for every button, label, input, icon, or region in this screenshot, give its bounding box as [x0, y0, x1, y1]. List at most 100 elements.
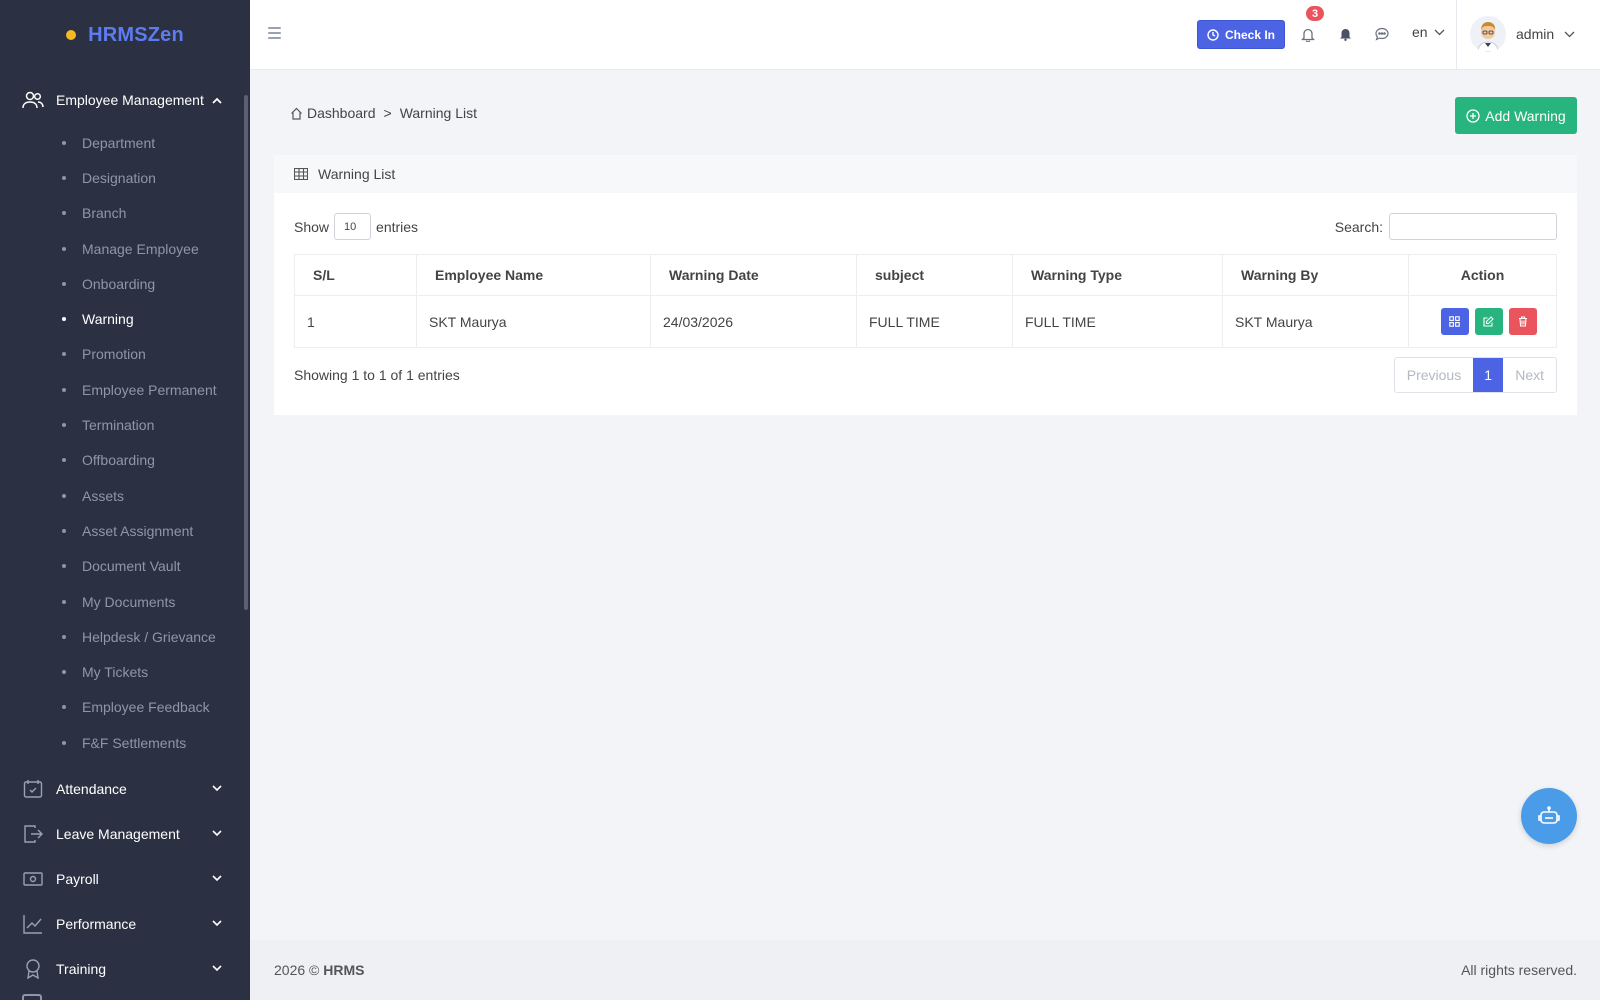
add-warning-button[interactable]: Add Warning — [1455, 97, 1577, 134]
column-header-warning-type[interactable]: Warning Type — [1012, 254, 1223, 296]
column-header-employee-name[interactable]: Employee Name — [416, 254, 651, 296]
sidebar-group-label: Training — [56, 960, 107, 977]
sidebar-item-offboarding[interactable]: Offboarding — [0, 443, 250, 478]
sidebar-group-leave-management[interactable]: Leave Management — [0, 811, 250, 856]
cell-employee-name: SKT Maurya — [416, 295, 651, 348]
column-header-warning-date[interactable]: Warning Date — [650, 254, 857, 296]
breadcrumb-home-label: Dashboard — [307, 105, 376, 121]
entries-select[interactable]: 10 — [334, 213, 372, 240]
sidebar-scrollbar[interactable] — [244, 95, 248, 610]
bullet-icon — [62, 352, 66, 357]
chevron-down-icon — [212, 874, 222, 884]
copyright: 2026 © HRMS — [274, 962, 364, 978]
cell-warning-date: 24/03/2026 — [650, 295, 857, 348]
sidebar-item-label: Assets — [82, 487, 125, 504]
sidebar-collapsed-groups: Attendance Leave Management Payroll Perf… — [0, 766, 250, 991]
chatbot-button[interactable] — [1521, 788, 1577, 844]
pagination: Previous 1 Next — [1393, 357, 1557, 393]
sidebar-item-label: Manage Employee — [82, 240, 199, 257]
sidebar-group-training[interactable]: Training — [0, 946, 250, 991]
sidebar-item-designation[interactable]: Designation — [0, 160, 250, 195]
money-icon — [22, 869, 44, 889]
sidebar-item-termination[interactable]: Termination — [0, 407, 250, 442]
sidebar-item-employee-feedback[interactable]: Employee Feedback — [0, 690, 250, 725]
pagination-next-button[interactable]: Next — [1503, 358, 1556, 392]
page-footer: 2026 © HRMS All rights reserved. — [250, 940, 1600, 1000]
brand-dot-icon — [66, 30, 77, 40]
home-icon — [291, 107, 302, 120]
bullet-icon — [62, 528, 66, 533]
table-header-row: S/L Employee Name Warning Date subject W… — [294, 254, 1557, 296]
sidebar-group-attendance[interactable]: Attendance — [0, 766, 250, 811]
sidebar-item-label: Onboarding — [82, 275, 156, 292]
sidebar-item-department[interactable]: Department — [0, 125, 250, 160]
bullet-icon — [62, 634, 66, 639]
user-menu[interactable]: admin — [1470, 16, 1575, 52]
sidebar-group-label: Payroll — [56, 870, 99, 887]
search-control: Search: — [1335, 213, 1557, 240]
sidebar-group-performance[interactable]: Performance — [0, 901, 250, 946]
check-in-button[interactable]: Check In — [1197, 20, 1286, 49]
menu-toggle-icon[interactable] — [268, 27, 281, 39]
column-header-subject[interactable]: subject — [856, 254, 1013, 296]
bullet-icon — [62, 175, 66, 180]
cell-subject: FULL TIME — [856, 295, 1013, 348]
edit-button[interactable] — [1474, 308, 1503, 335]
bell-outline-icon[interactable] — [1300, 26, 1316, 42]
delete-button[interactable] — [1508, 308, 1537, 335]
bullet-icon — [62, 705, 66, 710]
bullet-icon — [62, 211, 66, 216]
sidebar-group-label: Leave Management — [56, 825, 180, 842]
language-label: en — [1412, 24, 1428, 40]
trash-icon — [1518, 316, 1527, 327]
sidebar-group-employee-management[interactable]: Employee Management — [0, 85, 250, 115]
sidebar-item-warning[interactable]: Warning — [0, 301, 250, 336]
sidebar-group-payroll[interactable]: Payroll — [0, 856, 250, 901]
sidebar-item-helpdesk-grievance[interactable]: Helpdesk / Grievance — [0, 619, 250, 654]
sidebar-item-asset-assignment[interactable]: Asset Assignment — [0, 513, 250, 548]
bell-filled-icon[interactable] — [1337, 26, 1353, 42]
sidebar-item-label: Promotion — [82, 346, 146, 363]
header-divider — [1456, 0, 1457, 70]
language-dropdown[interactable]: en — [1412, 24, 1445, 40]
rights-text: All rights reserved. — [1461, 962, 1577, 978]
sidebar-item-my-tickets[interactable]: My Tickets — [0, 654, 250, 689]
bullet-icon — [62, 140, 66, 145]
view-button[interactable] — [1440, 308, 1469, 335]
pagination-previous-button[interactable]: Previous — [1395, 358, 1473, 392]
card-header: Warning List — [274, 155, 1577, 193]
cell-sl: 1 — [294, 295, 417, 348]
bullet-icon — [62, 387, 66, 392]
column-header-action: Action — [1408, 254, 1557, 296]
sidebar-item-label: Employee Permanent — [82, 381, 217, 398]
warning-list-card: Warning List Show 10 entries Search: S/L… — [274, 155, 1577, 415]
sidebar-item-ff-settlements[interactable]: F&F Settlements — [0, 725, 250, 760]
sidebar-item-employee-permanent[interactable]: Employee Permanent — [0, 372, 250, 407]
chat-icon[interactable] — [1374, 26, 1390, 42]
column-header-warning-by[interactable]: Warning By — [1222, 254, 1409, 296]
sidebar-item-manage-employee[interactable]: Manage Employee — [0, 231, 250, 266]
pagination-page-button[interactable]: 1 — [1473, 358, 1504, 392]
table-controls: Show 10 entries Search: — [294, 213, 1557, 240]
table-footer: Showing 1 to 1 of 1 entries Previous 1 N… — [294, 357, 1557, 393]
bullet-icon — [62, 670, 66, 675]
sidebar-item-document-vault[interactable]: Document Vault — [0, 549, 250, 584]
sidebar-item-assets[interactable]: Assets — [0, 478, 250, 513]
notification-badge: 3 — [1306, 6, 1324, 21]
sidebar-item-my-documents[interactable]: My Documents — [0, 584, 250, 619]
sidebar-item-label: Helpdesk / Grievance — [82, 628, 216, 645]
sidebar-item-promotion[interactable]: Promotion — [0, 337, 250, 372]
sidebar-item-label: Designation — [82, 169, 156, 186]
sidebar-item-branch[interactable]: Branch — [0, 196, 250, 231]
leave-icon — [22, 824, 44, 844]
search-input[interactable] — [1389, 213, 1557, 240]
sidebar-item-label: Asset Assignment — [82, 522, 194, 539]
sidebar-item-label: Offboarding — [82, 452, 155, 469]
column-header-sl[interactable]: S/L — [294, 254, 417, 296]
breadcrumb-home-link[interactable]: Dashboard — [290, 105, 376, 121]
sidebar-item-label: Branch — [82, 205, 127, 222]
sidebar-item-onboarding[interactable]: Onboarding — [0, 266, 250, 301]
entries-length-control: Show 10 entries — [294, 213, 418, 240]
chevron-down-icon — [212, 829, 222, 839]
brand-logo[interactable]: HRMSZen — [0, 0, 250, 70]
